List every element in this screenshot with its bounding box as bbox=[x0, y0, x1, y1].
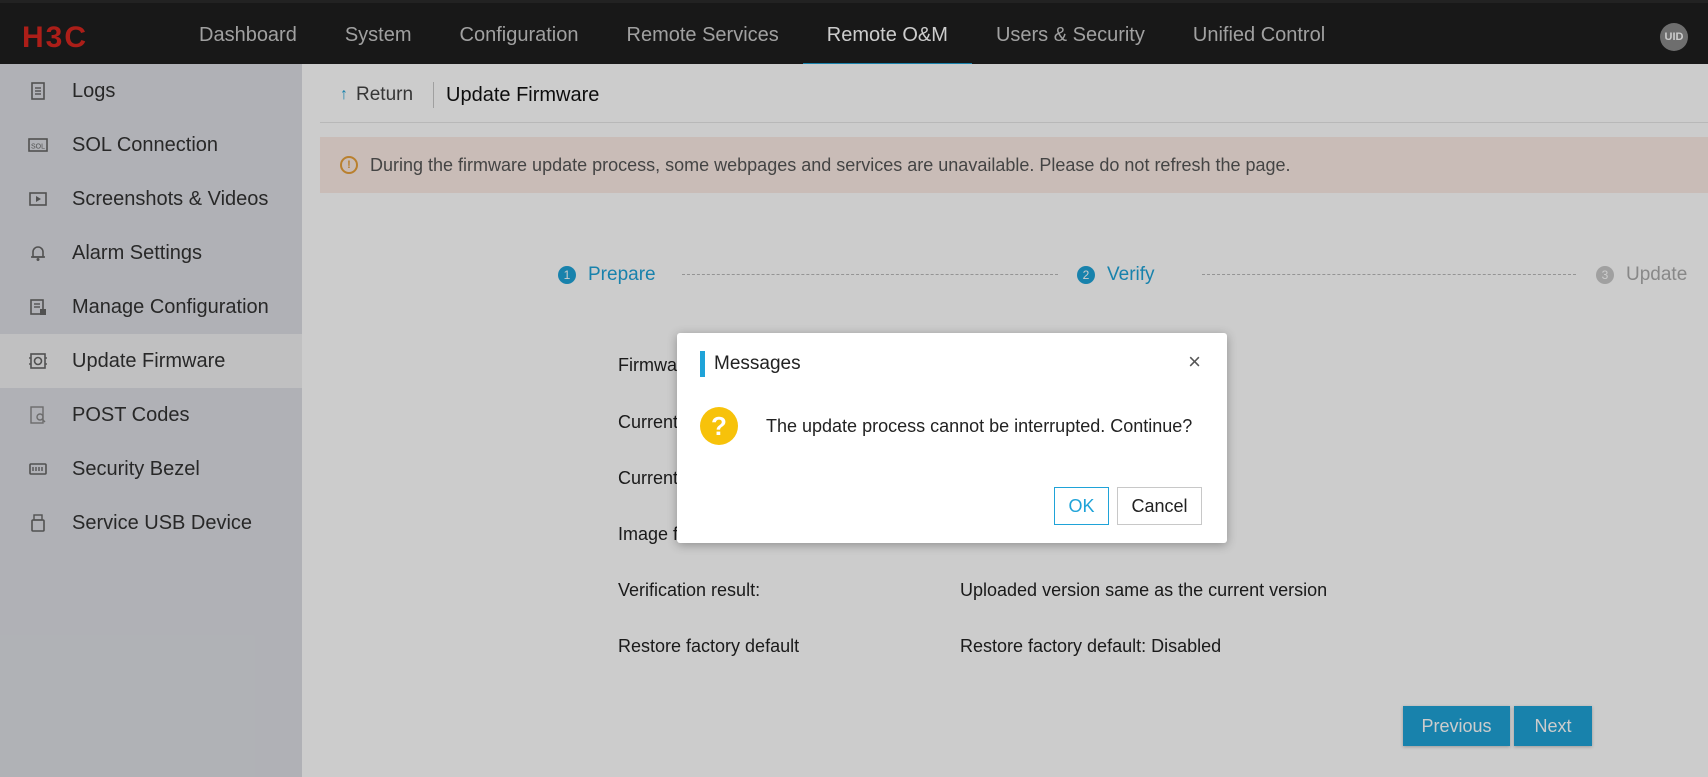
question-icon: ? bbox=[700, 407, 738, 445]
cancel-button[interactable]: Cancel bbox=[1117, 487, 1202, 525]
close-icon[interactable]: × bbox=[1188, 351, 1201, 373]
dialog-message: The update process cannot be interrupted… bbox=[766, 416, 1193, 436]
dialog-title: Messages bbox=[714, 353, 801, 374]
messages-dialog: Messages × ? The update process cannot b… bbox=[677, 333, 1227, 543]
ok-button[interactable]: OK bbox=[1054, 487, 1109, 525]
dialog-title-accent bbox=[700, 351, 705, 377]
